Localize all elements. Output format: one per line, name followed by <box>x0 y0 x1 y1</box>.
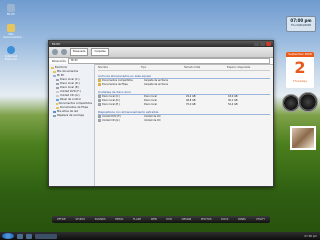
cd-icon <box>56 94 59 98</box>
drive-icon <box>98 95 101 98</box>
desktop-icon-label: Internet Explorer <box>4 54 18 61</box>
control-panel-icon <box>56 98 59 102</box>
dock-item[interactable]: DESIGN <box>181 218 193 221</box>
window-title: Mi PC <box>52 42 61 46</box>
clock-date: Thu 09/04/2008 <box>291 24 311 27</box>
folders-button[interactable]: Carpetas <box>91 48 109 56</box>
ram-gauge-icon[interactable] <box>298 92 318 112</box>
folder-icon <box>56 106 59 110</box>
dock-item[interactable]: PANEL <box>237 218 247 221</box>
folder-icon <box>56 102 58 106</box>
minimize-button[interactable] <box>254 42 259 46</box>
taskbar: 07:00 pm <box>0 232 320 240</box>
forward-button[interactable] <box>61 49 67 55</box>
network-icon <box>53 110 56 114</box>
file-list: Nombre Tipo Tamaño total Espacio disponi… <box>95 64 273 186</box>
dvd-icon <box>98 115 101 118</box>
dock-item[interactable]: OFFICE <box>56 218 67 221</box>
cd-icon <box>98 119 101 122</box>
list-item[interactable]: Documentos de Filipe Carpeta de archivos <box>98 83 270 87</box>
desktop-icon-label: Mis documentos <box>3 32 22 39</box>
dock-item[interactable]: MEDIA <box>114 218 124 221</box>
desktop-icon-my-documents[interactable]: Mis documentos <box>3 24 22 39</box>
computer-icon <box>53 74 56 78</box>
quick-launch-icon[interactable] <box>26 233 32 239</box>
clock-time: 07:00 pm <box>290 18 312 23</box>
list-item[interactable]: Unidad CD (G:) Unidad de CD <box>98 119 270 123</box>
folder-icon <box>51 66 54 70</box>
column-header[interactable]: Espacio disponible <box>227 66 270 70</box>
dock-item[interactable]: DVD <box>165 218 173 221</box>
column-headers: Nombre Tipo Tamaño total Espacio disponi… <box>98 66 270 71</box>
drive-icon <box>56 78 59 82</box>
desktop-icon-label: Mi PC <box>6 12 16 16</box>
folder-tree: Escritorio Mis documentos Mi PC Disco lo… <box>49 64 95 186</box>
window-titlebar[interactable]: Mi PC <box>49 41 273 47</box>
dock-item[interactable]: DOCS <box>220 218 229 221</box>
maximize-button[interactable] <box>260 42 265 46</box>
slideshow-gadget[interactable] <box>290 126 316 150</box>
launcher-dock: OFFICE STUDIO SOUNDS MEDIA FLASH WEB DVD… <box>52 216 270 223</box>
desktop-icon-internet-explorer[interactable]: Internet Explorer <box>3 46 19 61</box>
folder-icon <box>7 24 15 32</box>
start-button[interactable] <box>2 233 14 239</box>
clock-gadget[interactable]: 07:00 pm Thu 09/04/2008 <box>286 16 316 32</box>
dock-item[interactable]: WEB <box>150 218 158 221</box>
drive-icon <box>98 99 101 102</box>
folder-icon <box>98 83 101 86</box>
address-label: Dirección <box>52 59 67 63</box>
column-header[interactable]: Nombre <box>98 66 141 70</box>
calendar-weekday: Thursday <box>293 79 307 83</box>
drive-icon <box>56 86 59 90</box>
dock-item[interactable]: PHOTOS <box>200 218 212 221</box>
column-header[interactable]: Tamaño total <box>184 66 227 70</box>
internet-explorer-icon <box>7 46 15 54</box>
search-button[interactable]: Búsqueda <box>70 48 89 56</box>
folder-icon <box>53 70 56 74</box>
dock-item[interactable]: FLASH <box>132 218 142 221</box>
calendar-gadget[interactable]: September 2008 2 Thursday <box>286 52 314 88</box>
list-item[interactable]: Disco local (E:) Disco local 70,0 GB 52,4 G… <box>98 103 270 107</box>
dock-item[interactable]: SOUNDS <box>94 218 107 221</box>
taskbar-window-button[interactable] <box>35 233 57 239</box>
desktop-icon-my-pc[interactable]: Mi PC <box>3 4 19 16</box>
folder-icon <box>98 79 101 82</box>
dock-item[interactable]: UTILITY <box>255 218 266 221</box>
quick-launch-icon[interactable] <box>17 233 23 239</box>
dock-item[interactable]: STUDIO <box>74 218 86 221</box>
toolbar: Búsqueda Carpetas <box>49 47 273 58</box>
calendar-day: 2 <box>294 58 306 77</box>
taskbar-clock[interactable]: 07:00 pm <box>305 235 320 238</box>
recycle-bin-icon <box>53 114 56 118</box>
close-button[interactable] <box>266 42 271 46</box>
tree-item[interactable]: Papelera de reciclaje <box>51 114 92 118</box>
back-button[interactable] <box>52 49 58 55</box>
explorer-window: Mi PC Búsqueda Carpetas Dirección Mi PC … <box>48 40 274 187</box>
computer-icon <box>7 4 15 12</box>
column-header[interactable]: Tipo <box>141 66 184 70</box>
drive-icon <box>98 103 101 106</box>
dvd-icon <box>56 90 59 94</box>
drive-icon <box>56 82 59 86</box>
